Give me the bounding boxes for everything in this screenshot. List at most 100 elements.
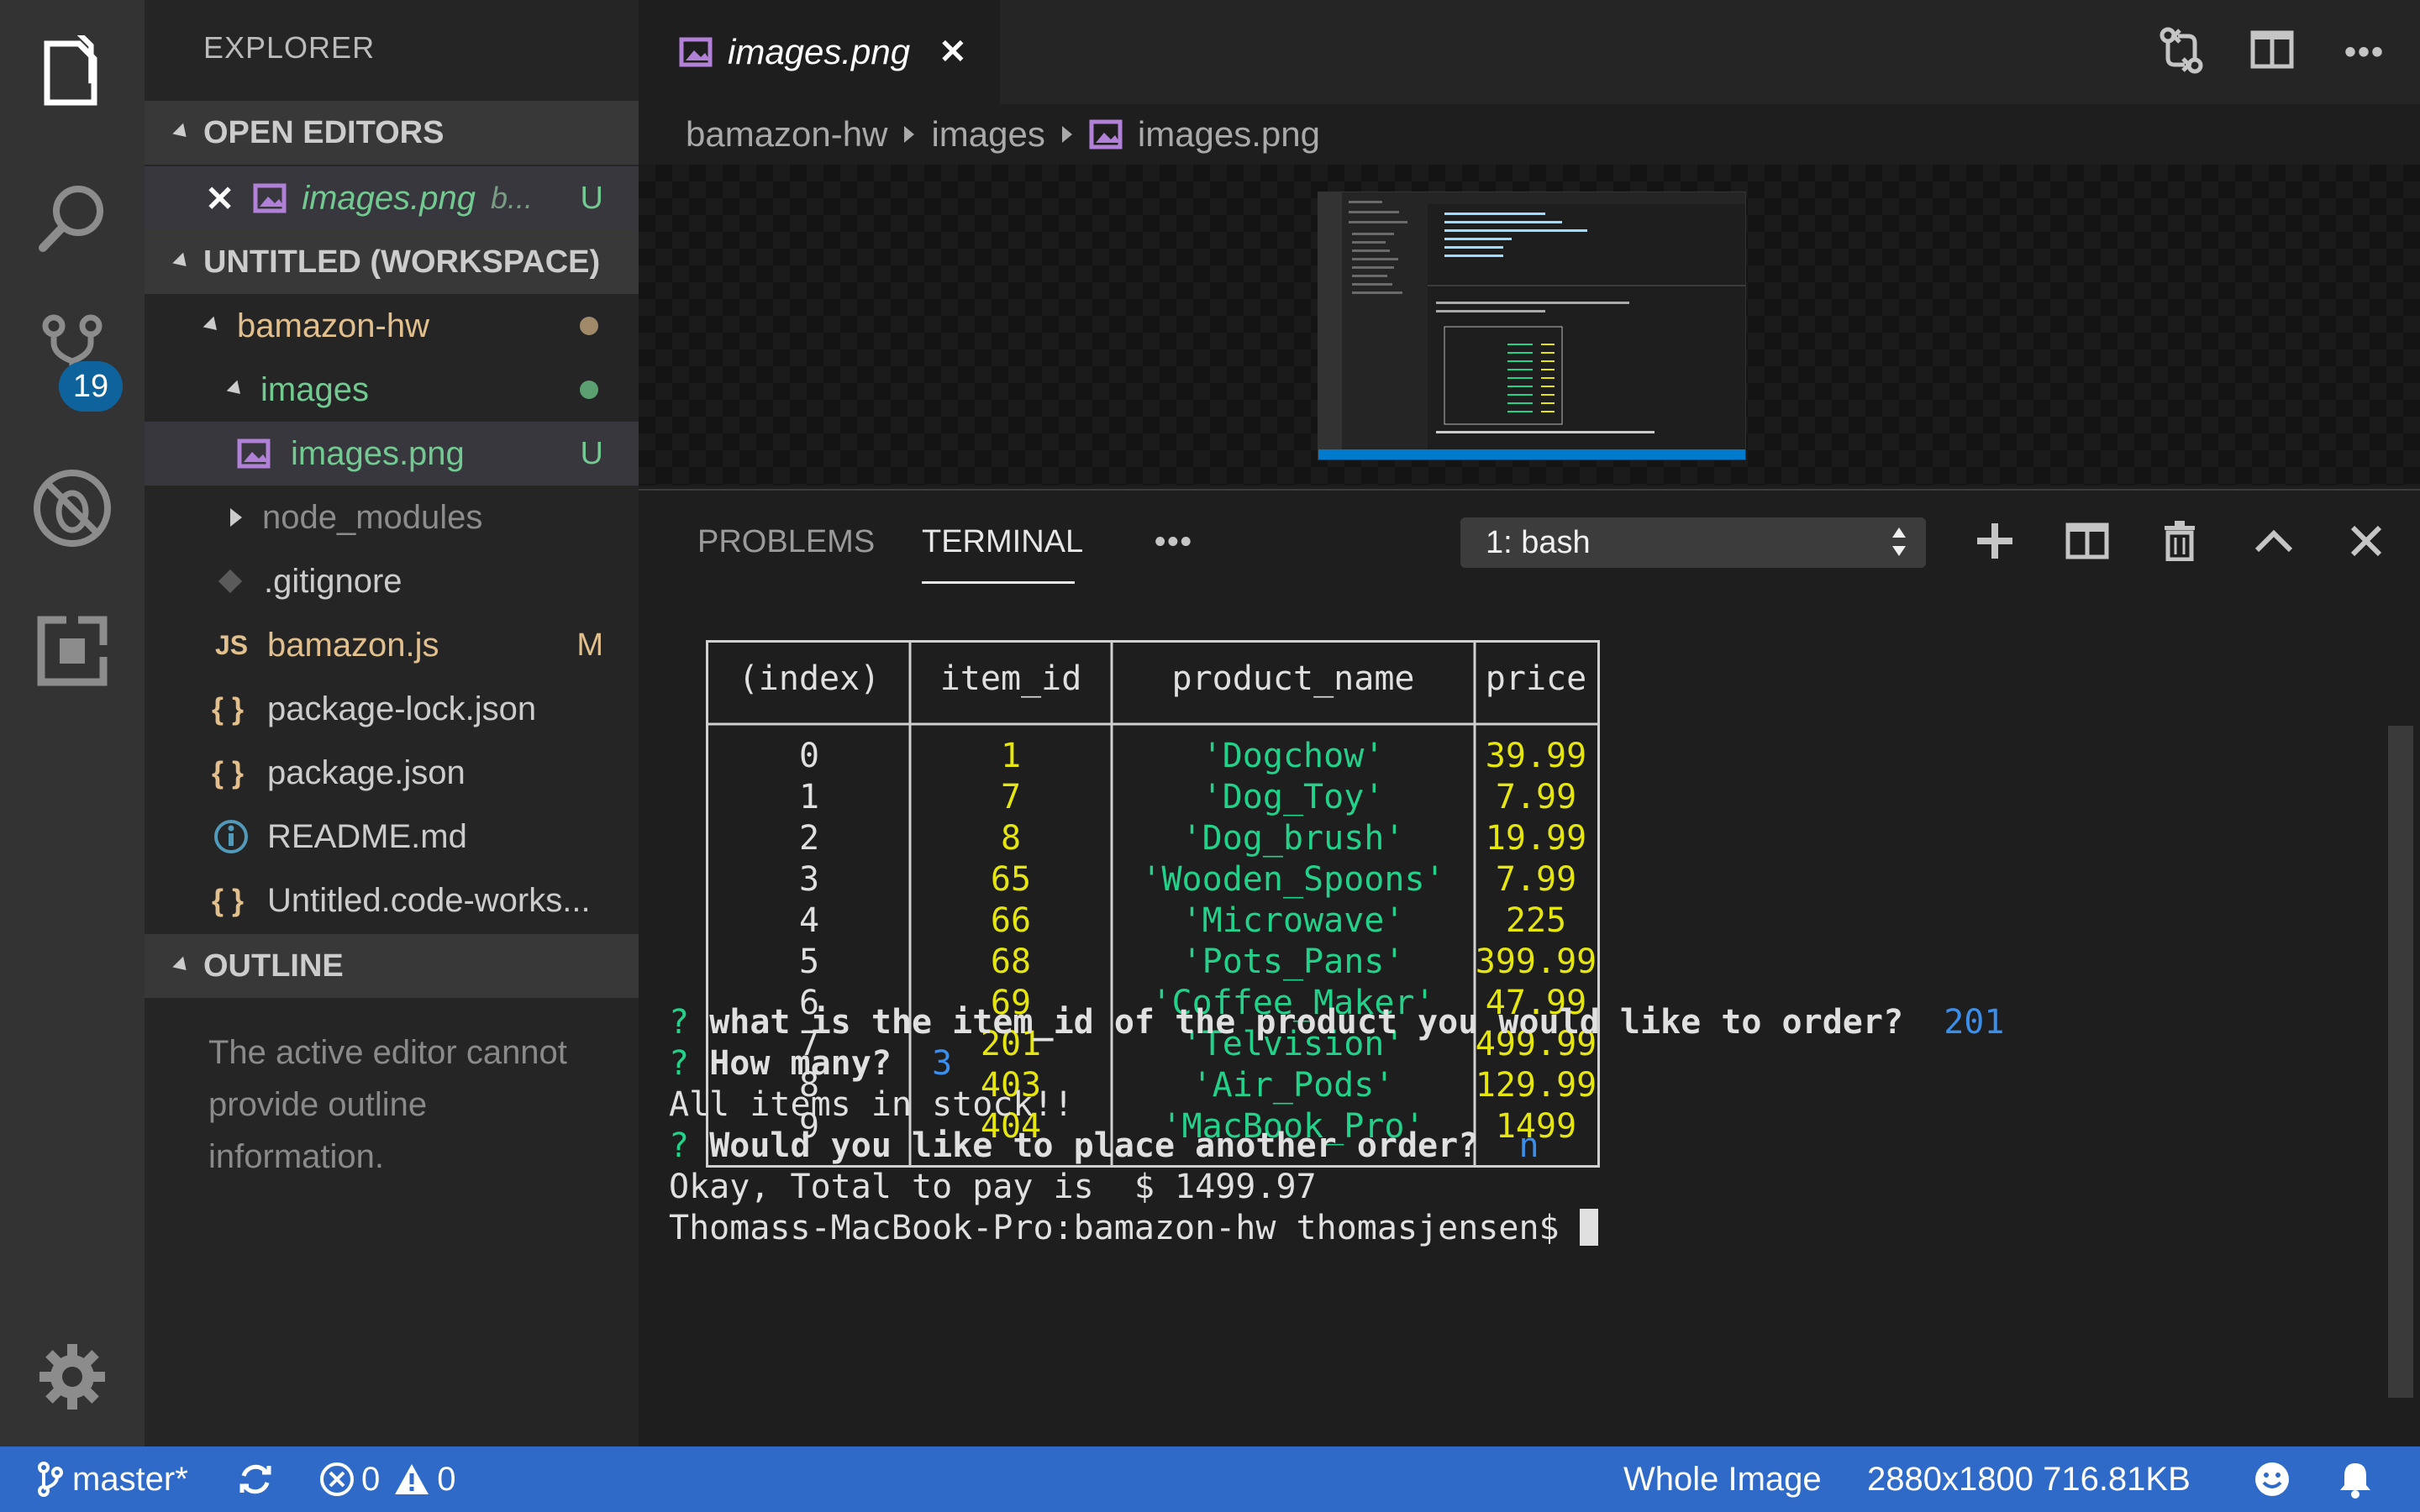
problems-indicator[interactable]: 0 0 [319,1446,456,1512]
file-gitignore[interactable]: .gitignore [145,549,639,613]
status-bar: master* 0 0 Whole Image 2880x1800 716.81… [0,1446,2420,1512]
outline-header[interactable]: OUTLINE [145,934,639,998]
cell-index: 5 [798,942,820,981]
panel-more-icon[interactable]: ••• [1155,524,1193,560]
image-size-info: 2880x1800 716.81KB [1867,1460,2191,1498]
chevron-right-icon [1061,126,1072,143]
cell-item-id: 68 [990,942,1032,981]
image-file-icon [253,183,287,213]
breadcrumb-item-images-png[interactable]: images.png [1138,114,1320,155]
file-readme-md[interactable]: README.md [145,805,639,869]
git-branch-icon [37,1461,64,1498]
debug-icon[interactable] [0,445,145,571]
cell-price: 7.99 [1495,778,1577,816]
activity-bar: 19 [0,0,145,1446]
breadcrumb-item-images[interactable]: images [931,114,1044,155]
cell-item-id: 65 [990,860,1032,899]
cell-price: 39.99 [1485,737,1587,775]
active-tab-indicator [922,581,1075,584]
folder-images[interactable]: images [145,358,639,422]
cell-product-name: 'Dog_Toy' [1202,778,1385,816]
open-editor-detail: b... [491,181,534,215]
open-changes-icon[interactable] [2158,25,2205,80]
explorer-icon[interactable] [0,10,145,136]
cell-index: 4 [798,901,820,940]
outline-message: The active editor cannot provide outline… [208,1034,567,1175]
json-icon: { } [212,883,245,917]
file-images-png[interactable]: images.png U [145,422,639,486]
sync-icon[interactable] [237,1446,274,1512]
terminal-scrollbar[interactable] [2388,726,2413,1398]
modified-status: M [576,627,603,663]
trash-icon[interactable] [2154,516,2205,566]
cell-product-name: 'Dog_brush' [1181,819,1405,858]
untracked-status: U [580,180,603,216]
close-tab-icon[interactable]: ✕ [939,33,967,71]
cell-item-id: 7 [1000,778,1022,816]
warning-icon [393,1462,430,1496]
branch-indicator[interactable]: master* [37,1446,188,1512]
select-arrows-icon [1891,524,1907,559]
collapse-icon [172,252,192,272]
new-terminal-icon[interactable] [1970,516,2020,566]
workspace-header[interactable]: UNTITLED (WORKSPACE) [145,230,639,294]
json-icon: { } [212,755,245,790]
tab-images-png[interactable]: images.png ✕ [639,0,1000,104]
expanded-chevron-icon [203,316,223,336]
notifications-bell-icon[interactable] [2338,1446,2373,1512]
terminal-cursor [1579,1209,1598,1246]
close-panel-icon[interactable] [2341,516,2391,566]
folder-node-modules[interactable]: node_modules [145,486,639,549]
settings-gear-icon[interactable] [0,1314,145,1440]
table-header-item-id: item_id [939,659,1082,698]
search-icon[interactable] [0,155,145,281]
open-editor-label: images.png [302,179,476,217]
terminal-prompt[interactable]: Thomass-MacBook-Pro:bamazon-hw thomasjen… [669,1209,1598,1247]
cell-product-name: 'Microwave' [1181,901,1405,940]
expanded-chevron-icon [226,380,246,400]
breadcrumb: bamazon-hw images images.png [639,104,2420,165]
cell-index: 2 [798,819,820,858]
terminal-select[interactable]: 1: bash [1460,517,1926,568]
image-zoom-mode[interactable]: Whole Image [1623,1446,1822,1512]
table-header-index: (index) [738,659,881,698]
cell-index: 0 [798,737,820,775]
open-editor-item[interactable]: ✕ images.png b... U [145,166,639,230]
split-editor-icon[interactable] [2250,30,2294,73]
cell-index: 3 [798,860,820,899]
tab-problems[interactable]: PROBLEMS [697,524,875,560]
close-icon[interactable]: ✕ [205,178,234,219]
cell-index: 1 [798,778,820,816]
feedback-smiley-icon[interactable] [2254,1446,2291,1512]
file-bamazon-js[interactable]: JS bamazon.js M [145,613,639,677]
image-preview-thumbnail[interactable] [1318,192,1746,460]
cell-price: 225 [1505,901,1567,940]
javascript-icon: JS [215,629,249,660]
warning-count: 0 [437,1460,456,1498]
cell-price: 7.99 [1495,860,1577,899]
tab-label: images.png [728,32,911,71]
cell-product-name: 'Wooden_Spoons' [1141,860,1445,899]
maximize-panel-icon[interactable] [2249,516,2299,566]
collapse-icon [172,956,192,976]
json-icon: { } [212,691,245,726]
sidebar-title: EXPLORER [203,30,376,65]
cell-product-name: 'Pots_Pans' [1181,942,1405,981]
breadcrumb-item-bamazon-hw[interactable]: bamazon-hw [686,114,887,155]
open-editors-header[interactable]: OPEN EDITORS [145,101,639,165]
terminal-line-stock: All items in stock!! [669,1085,1074,1124]
tab-terminal[interactable]: TERMINAL [922,524,1083,560]
file-package-lock-json[interactable]: { } package-lock.json [145,677,639,741]
git-icon [215,566,245,596]
cell-product-name: 'Air_Pods' [1192,1066,1395,1105]
file-untitled-code-workspace[interactable]: { } Untitled.code-works... [145,869,639,932]
file-package-json[interactable]: { } package.json [145,741,639,805]
folder-bamazon-hw[interactable]: bamazon-hw [145,294,639,358]
more-actions-icon[interactable]: ••• [2344,34,2385,71]
split-terminal-icon[interactable] [2062,516,2112,566]
table-header-product-name: product_name [1171,659,1415,698]
error-icon [319,1462,355,1497]
chevron-right-icon [904,126,915,143]
extensions-icon[interactable] [0,588,145,714]
cell-item-id: 66 [990,901,1032,940]
